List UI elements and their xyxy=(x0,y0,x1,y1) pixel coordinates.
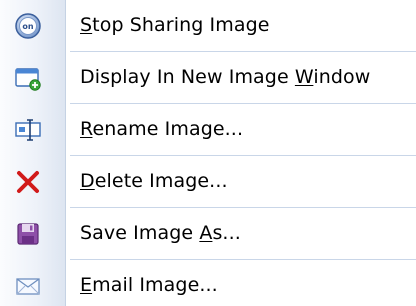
menu-item-save-as[interactable]: Save Image As... xyxy=(0,208,416,259)
menu-item-display-new-window[interactable]: Display In New Image Window xyxy=(0,52,416,103)
share-stop-icon: on xyxy=(14,12,42,40)
menu-item-email[interactable]: Email Image... xyxy=(0,260,416,306)
menu-item-label: Delete Image... xyxy=(80,170,228,192)
image-context-menu: on Stop Sharing Image Display In New Ima… xyxy=(0,0,416,306)
save-icon xyxy=(14,220,42,248)
menu-item-delete[interactable]: Delete Image... xyxy=(0,156,416,207)
email-icon xyxy=(14,272,42,300)
menu-item-stop-sharing[interactable]: on Stop Sharing Image xyxy=(0,0,416,51)
menu-item-label: Display In New Image Window xyxy=(80,66,371,88)
menu-item-label: Rename Image... xyxy=(80,118,244,140)
mnemonic-letter: S xyxy=(80,14,93,36)
mnemonic-letter: W xyxy=(294,66,314,88)
mnemonic-letter: R xyxy=(80,118,93,140)
menu-item-label: Stop Sharing Image xyxy=(80,14,270,36)
menu-item-rename[interactable]: Rename Image... xyxy=(0,104,416,155)
menu-item-label: Email Image... xyxy=(80,274,218,296)
mnemonic-letter: A xyxy=(199,222,213,244)
svg-text:on: on xyxy=(22,22,33,31)
mnemonic-letter: E xyxy=(80,274,93,296)
menu-item-label: Save Image As... xyxy=(80,222,241,244)
rename-icon xyxy=(14,116,42,144)
delete-icon xyxy=(14,168,42,196)
new-window-icon xyxy=(14,64,42,92)
mnemonic-letter: D xyxy=(80,170,95,192)
